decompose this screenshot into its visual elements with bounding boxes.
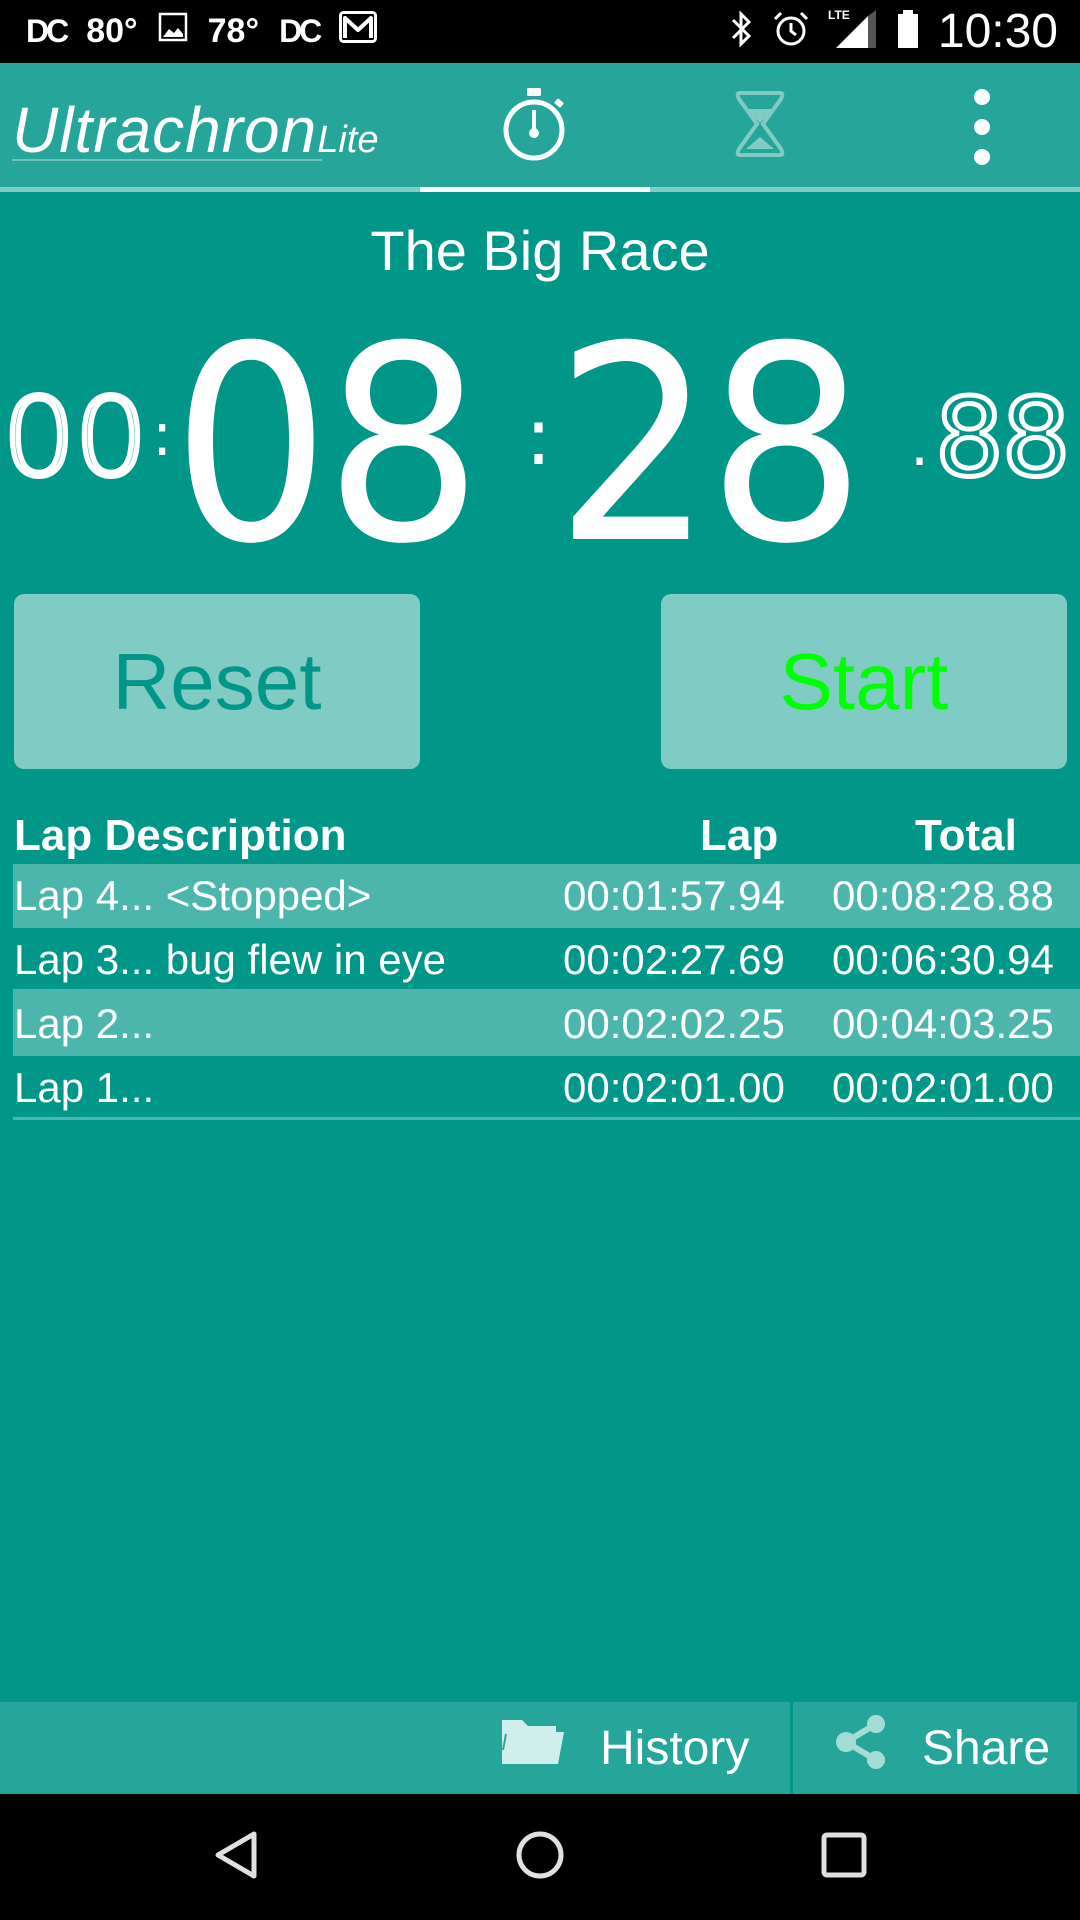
clock-hours: 00: [0, 374, 151, 504]
recents-icon: [821, 1832, 867, 1883]
action-divider: [790, 1702, 793, 1794]
lap-description: Lap 2...: [14, 1000, 155, 1047]
header-total: Total: [915, 811, 1017, 860]
status-notifications: DC 80° 78° DC: [26, 0, 378, 63]
recents-button[interactable]: [784, 1794, 904, 1920]
bluetooth-icon: [730, 10, 754, 53]
stopwatch-display: 00 : 08 : 28 . 88: [0, 288, 1080, 603]
dc-notification-icon-2: DC: [279, 13, 322, 49]
clock-decimal: .: [910, 410, 930, 480]
tab-indicator: [420, 187, 650, 192]
race-title[interactable]: The Big Race: [0, 218, 1080, 283]
status-system: LTE 10:30: [730, 0, 1058, 63]
bottom-action-bar: History Share: [0, 1702, 1080, 1794]
folder-icon: [500, 1718, 566, 1778]
clock-seconds: 28: [555, 288, 866, 603]
lap-time: 00:02:01.00: [563, 1064, 785, 1111]
lap-row[interactable]: Lap 1... 00:02:01.00 00:02:01.00: [13, 1056, 1080, 1120]
clock-hundredths: 88: [932, 374, 1072, 504]
logo-underline: [12, 159, 322, 161]
dc-notification-icon: DC: [26, 13, 69, 49]
clock-separator: :: [525, 390, 552, 483]
header-lap-description: Lap Description: [14, 811, 347, 860]
start-button[interactable]: Start: [661, 594, 1067, 769]
share-icon: [834, 1714, 888, 1782]
lap-total: 00:04:03.25: [832, 1000, 1054, 1047]
history-label: History: [600, 1721, 750, 1775]
gmail-icon: [339, 11, 378, 52]
lap-total: 00:06:30.94: [832, 936, 1054, 983]
stopwatch-icon: [500, 86, 570, 167]
tab-stopwatch[interactable]: [420, 63, 650, 190]
lap-row[interactable]: Lap 2... 00:02:02.25 00:04:03.25: [13, 992, 1080, 1056]
back-icon: [214, 1830, 258, 1885]
battery-icon: [896, 9, 920, 54]
lap-time: 00:02:27.69: [563, 936, 785, 983]
reset-button[interactable]: Reset: [14, 594, 420, 769]
tab-timer[interactable]: [650, 63, 870, 190]
home-icon: [515, 1830, 565, 1885]
lap-time: 00:02:02.25: [563, 1000, 785, 1047]
svg-text:LTE: LTE: [828, 8, 850, 22]
clock-time: 10:30: [937, 5, 1058, 58]
image-icon: [158, 12, 188, 51]
share-label: Share: [922, 1721, 1051, 1775]
history-button[interactable]: History: [500, 1702, 749, 1794]
lap-row[interactable]: Lap 4... <Stopped> 00:01:57.94 00:08:28.…: [13, 864, 1080, 928]
lap-description: Lap 4... <Stopped>: [14, 872, 372, 919]
clock-minutes: 08: [172, 288, 483, 603]
app-logo-suffix: Lite: [317, 119, 379, 161]
app-logo: UltrachronLite: [12, 93, 379, 167]
alarm-icon: [772, 10, 810, 53]
lap-total: 00:02:01.00: [832, 1064, 1054, 1111]
system-nav-bar: [0, 1794, 1080, 1920]
lap-row[interactable]: Lap 3... bug flew in eye 00:02:27.69 00:…: [13, 928, 1080, 992]
header-lap: Lap: [700, 811, 779, 860]
back-button[interactable]: [176, 1794, 296, 1920]
lap-description: Lap 1...: [14, 1064, 155, 1111]
lap-table-header: Lap Description Lap Total: [0, 805, 1080, 865]
app-logo-main: Ultrachron: [12, 94, 318, 166]
lap-description: Lap 3... bug flew in eye: [14, 936, 446, 983]
temperature-notification-2: 78°: [207, 12, 260, 50]
lap-total: 00:08:28.88: [832, 872, 1054, 919]
more-vert-icon[interactable]: [950, 63, 1014, 190]
lap-time: 00:01:57.94: [563, 872, 785, 919]
temperature-notification: 80°: [86, 12, 138, 50]
hourglass-icon: [734, 89, 786, 164]
lap-list: Lap 4... <Stopped> 00:01:57.94 00:08:28.…: [13, 864, 1080, 1120]
clock-separator: :: [152, 400, 173, 470]
status-bar: DC 80° 78° DC LTE 10:30: [0, 0, 1080, 63]
share-button[interactable]: Share: [834, 1702, 1050, 1794]
lte-signal-icon: LTE: [828, 8, 878, 55]
home-button[interactable]: [480, 1794, 600, 1920]
